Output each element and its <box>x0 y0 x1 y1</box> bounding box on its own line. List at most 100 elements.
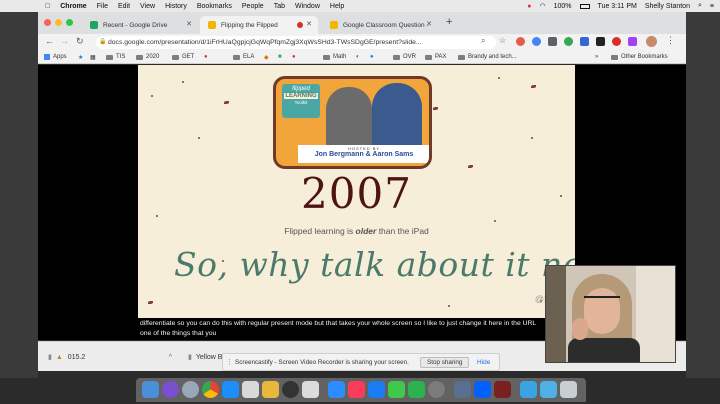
app-store-icon-2[interactable] <box>368 381 385 398</box>
menu-people[interactable]: People <box>242 3 264 10</box>
bookmark-folder-other[interactable]: Other Bookmarks <box>611 54 668 60</box>
battery-icon[interactable] <box>579 3 590 9</box>
stickies-icon[interactable] <box>302 381 319 398</box>
music-icon[interactable] <box>348 381 365 398</box>
menu-edit[interactable]: Edit <box>118 3 130 10</box>
menu-window[interactable]: Window <box>295 3 320 10</box>
bookmark-icon[interactable]: ▦ <box>90 54 96 61</box>
bookmark-star-icon[interactable]: ★ <box>78 54 83 61</box>
quicktime-icon[interactable] <box>282 381 299 398</box>
downloads-folder-icon[interactable] <box>520 381 537 398</box>
extension-icon-2[interactable] <box>532 37 541 46</box>
bookmark-icon[interactable]: ● <box>370 54 374 60</box>
extension-icon-8[interactable] <box>628 37 637 46</box>
extension-icon-6[interactable] <box>596 37 605 46</box>
messages-icon[interactable] <box>388 381 405 398</box>
extension-icon-5[interactable] <box>580 37 589 46</box>
recording-icon <box>297 22 303 28</box>
bookmark-folder-pax[interactable]: PAX <box>425 54 447 60</box>
system-preferences-icon[interactable] <box>428 381 445 398</box>
bookmark-label: OVR <box>403 54 417 60</box>
menubar-user[interactable]: Shelly Stanton <box>645 3 690 10</box>
zoom-app-icon[interactable] <box>328 381 345 398</box>
bookmark-icon[interactable]: ◐ <box>356 54 360 60</box>
close-icon[interactable]: ✕ <box>186 20 192 28</box>
tab-flipping-the-flipped[interactable]: Flipping the Flipped ✕ <box>200 16 318 34</box>
drag-handle-icon[interactable]: ⋮ <box>226 358 233 366</box>
menu-tab[interactable]: Tab <box>274 3 285 10</box>
presentation-slide[interactable]: flipped LEARNING Toolkit HOSTED BY Jon B… <box>138 65 575 318</box>
apple-menu-icon[interactable]:  <box>45 3 50 10</box>
dropbox-icon[interactable] <box>474 381 491 398</box>
window-zoom-icon[interactable] <box>66 19 73 26</box>
bookmark-icon[interactable]: ● <box>292 54 296 60</box>
menu-help[interactable]: Help <box>330 3 344 10</box>
tips-icon[interactable] <box>262 381 279 398</box>
window-close-icon[interactable] <box>44 19 51 26</box>
kebab-menu-icon[interactable]: ⋮ <box>666 35 675 46</box>
bookmark-star-icon[interactable]: ☆ <box>499 36 506 45</box>
reload-icon[interactable]: ↻ <box>76 36 84 47</box>
bookmark-folder-get[interactable]: GET <box>172 54 194 60</box>
finder-icon[interactable] <box>142 381 159 398</box>
bookmark-folder-2020[interactable]: 2020 <box>136 54 159 60</box>
menu-bookmarks[interactable]: Bookmarks <box>197 3 232 10</box>
zoom-icon[interactable]: ⌕ <box>481 36 485 46</box>
menubar-clock[interactable]: Tue 3:11 PM <box>598 3 637 10</box>
bookmarks-overflow-button[interactable]: » <box>595 54 598 60</box>
download-item-015[interactable]: ▮ ▲ 015.2 ^ <box>48 348 178 366</box>
extension-icon-7[interactable] <box>612 37 621 46</box>
stop-sharing-button[interactable]: Stop sharing <box>420 357 470 368</box>
trash-icon[interactable] <box>560 381 577 398</box>
bookmark-icon[interactable]: ● <box>204 54 208 60</box>
bookmark-folder-ovr[interactable]: OVR <box>393 54 416 60</box>
hide-button[interactable]: Hide <box>477 359 490 366</box>
battery-percent[interactable]: 100% <box>554 3 572 10</box>
bookmark-folder-brandy[interactable]: Brandy and tech... <box>458 54 517 60</box>
webcam-person-hand <box>572 318 588 340</box>
tab-google-classroom[interactable]: Google Classroom Question - ✕ <box>322 16 438 34</box>
bookmark-icon[interactable]: ■ <box>278 54 282 60</box>
menu-view[interactable]: View <box>140 3 155 10</box>
close-icon[interactable]: ✕ <box>306 20 312 28</box>
extension-icon-4[interactable] <box>564 37 573 46</box>
siri-icon[interactable] <box>162 381 179 398</box>
photo-app-icon[interactable] <box>494 381 511 398</box>
screencastify-icon[interactable]: ● <box>527 3 531 10</box>
wifi-icon[interactable]: ◠ <box>540 2 546 10</box>
chrome-icon[interactable] <box>202 381 219 398</box>
screenshot-icon[interactable] <box>242 381 259 398</box>
forward-icon[interactable]: → <box>60 36 69 46</box>
decor-dot <box>448 305 450 307</box>
applications-folder-icon[interactable] <box>540 381 557 398</box>
bookmark-folder-math[interactable]: Math <box>323 54 346 60</box>
menu-list-icon[interactable]: ≡ <box>710 3 714 10</box>
webcam-overlay[interactable] <box>545 265 676 363</box>
search-icon[interactable]: ⌕ <box>698 2 702 10</box>
launchpad-icon[interactable] <box>182 381 199 398</box>
preview-icon[interactable] <box>454 381 471 398</box>
subtitle-bold: older <box>355 226 377 236</box>
app-store-icon[interactable] <box>222 381 239 398</box>
profile-avatar[interactable] <box>646 36 657 47</box>
bookmark-label: ELA <box>243 54 255 60</box>
menu-chrome[interactable]: Chrome <box>60 3 86 10</box>
bookmark-icon[interactable]: ◆ <box>264 54 269 61</box>
back-icon[interactable]: ← <box>45 36 54 46</box>
new-tab-button[interactable]: + <box>446 16 452 28</box>
close-icon[interactable]: ✕ <box>426 20 432 28</box>
address-bar[interactable]: 🔒 docs.google.com/presentation/d/1iFrHUa… <box>96 36 496 49</box>
decor-dot <box>198 137 200 139</box>
bookmark-apps[interactable]: Apps <box>44 54 67 60</box>
menu-file[interactable]: File <box>97 3 108 10</box>
window-minimize-icon[interactable] <box>55 19 62 26</box>
bookmark-folder-tis[interactable]: TIS <box>106 54 125 60</box>
facetime-icon[interactable] <box>408 381 425 398</box>
bookmark-folder-ela[interactable]: ELA <box>233 54 254 60</box>
extension-icon-1[interactable] <box>516 37 525 46</box>
extension-icon-3[interactable] <box>548 37 557 46</box>
tab-google-drive[interactable]: Recent - Google Drive ✕ <box>82 16 198 34</box>
chevron-up-icon[interactable]: ^ <box>169 354 172 361</box>
menu-history[interactable]: History <box>165 3 187 10</box>
desktop-right <box>686 12 720 378</box>
